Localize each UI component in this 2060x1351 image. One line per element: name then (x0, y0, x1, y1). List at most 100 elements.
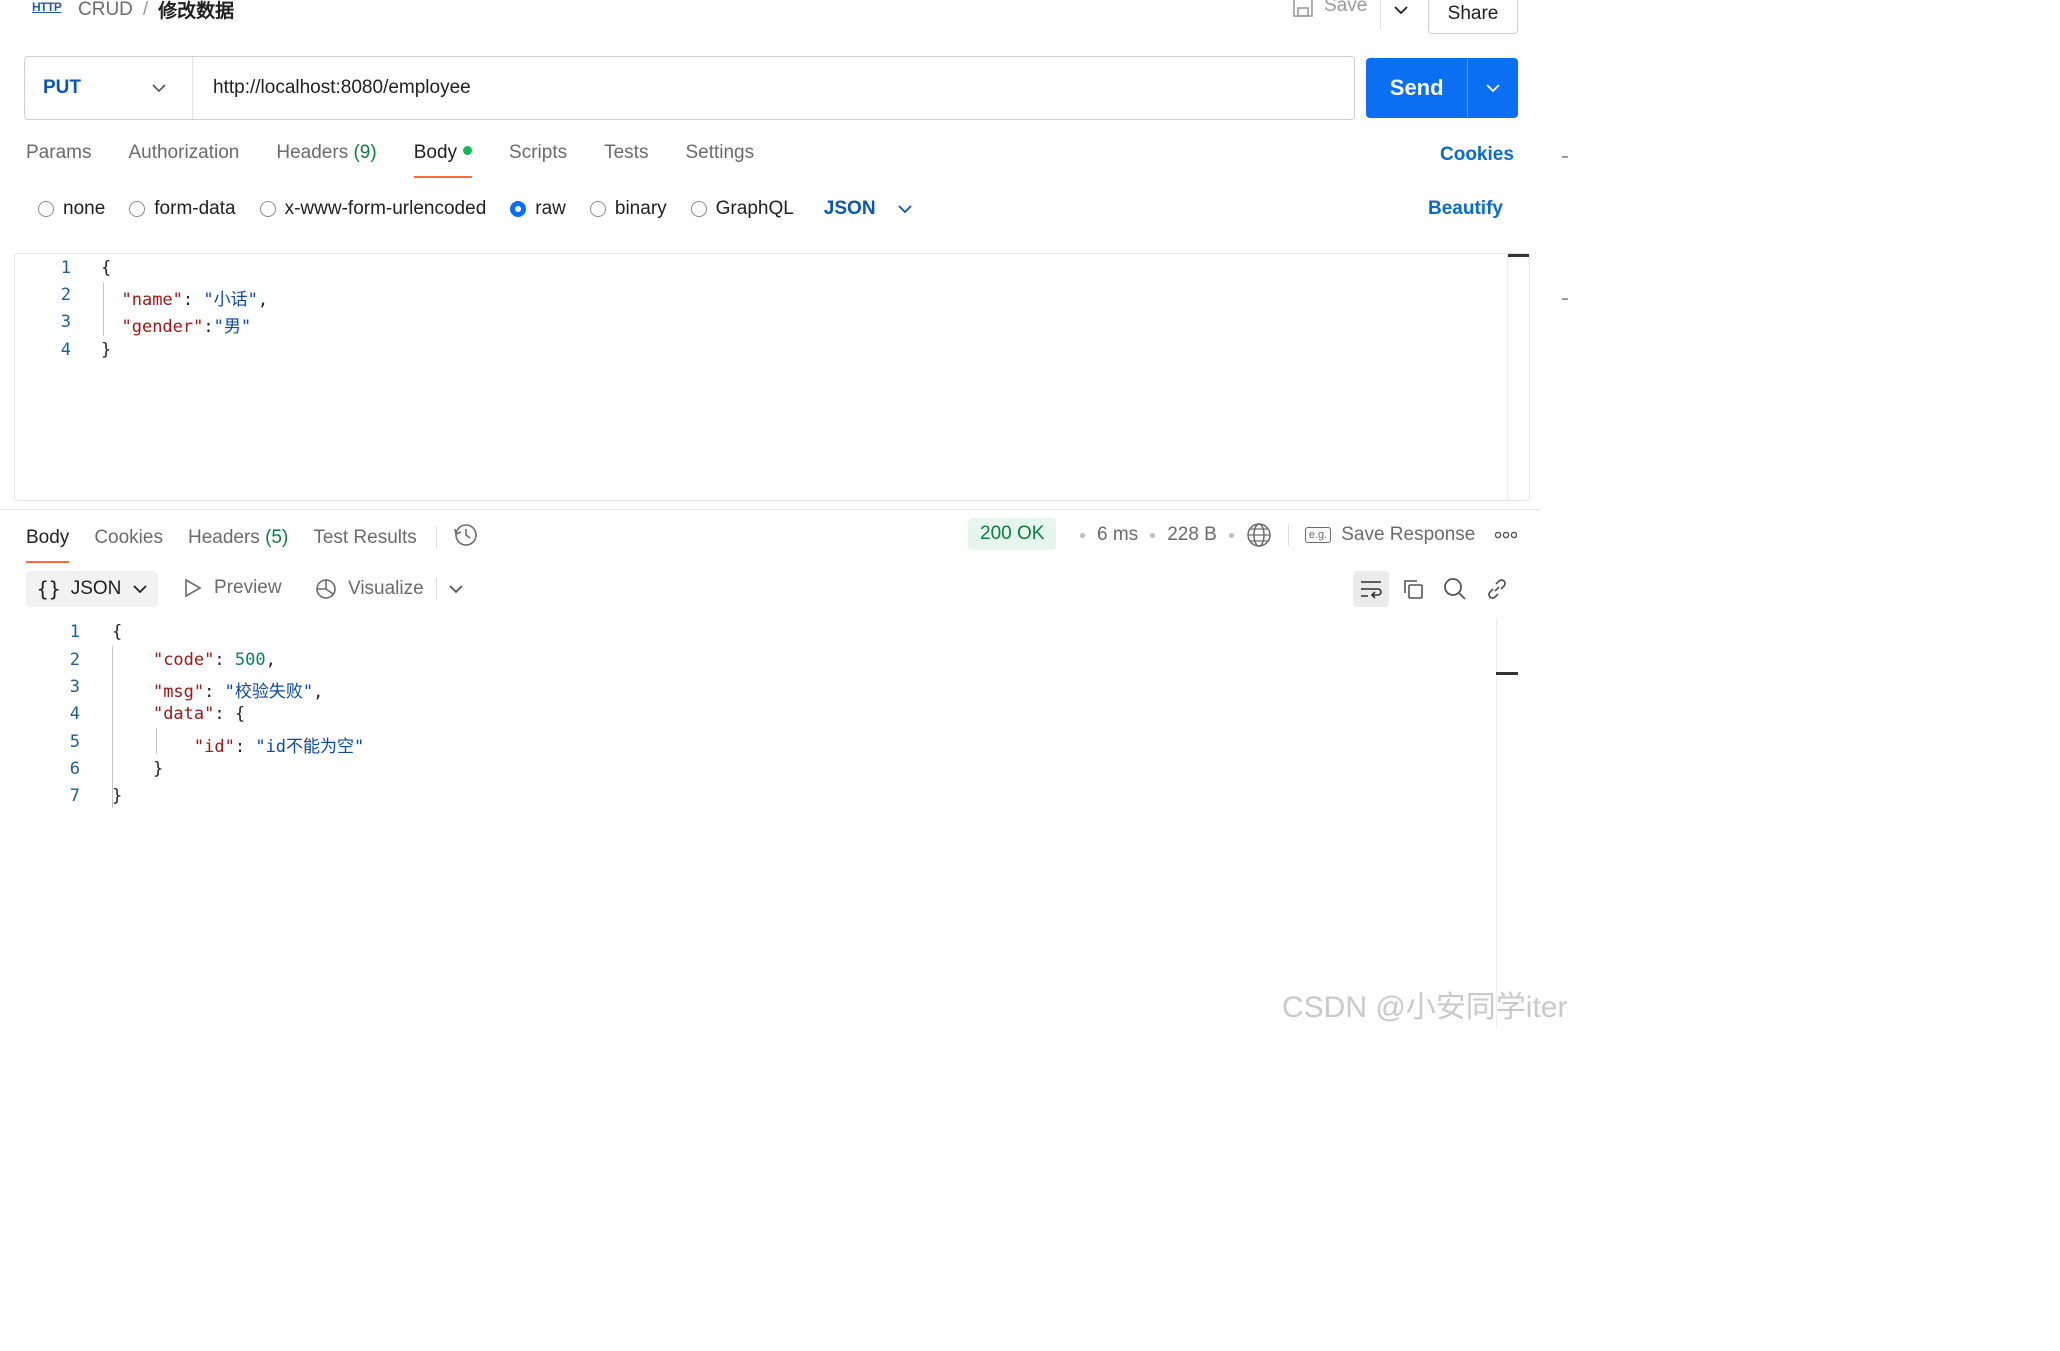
share-button[interactable]: Share (1428, 0, 1518, 34)
response-size[interactable]: 228 B (1167, 524, 1217, 546)
tab-authorization[interactable]: Authorization (128, 142, 239, 178)
body-mode-none[interactable]: none (38, 198, 105, 220)
watermark: CSDN @小安同学iter (1282, 991, 1568, 1024)
save-response-button[interactable]: e.g. Save Response (1304, 524, 1475, 546)
more-options-icon[interactable] (1495, 531, 1518, 539)
radio-button[interactable] (259, 201, 276, 217)
radio-button-selected[interactable] (510, 201, 527, 217)
chevron-down-icon (1394, 5, 1408, 14)
breadcrumb-collection[interactable]: CRUD (78, 0, 133, 21)
radio-button[interactable] (129, 201, 146, 217)
body-indicator-dot (463, 146, 473, 156)
editor-scroll-track (1507, 254, 1508, 500)
code-token: : (214, 650, 235, 670)
history-icon[interactable] (453, 522, 479, 568)
save-label: Save (1324, 0, 1368, 16)
resp-tab-test-results[interactable]: Test Results (313, 527, 416, 563)
request-body-editor[interactable]: 1 2 3 4 { "name": "小话", "gender":"男"} (14, 253, 1530, 501)
code-token: , (257, 290, 269, 310)
breadcrumb: CRUD / 修改数据 (78, 0, 234, 23)
response-scrollbar[interactable] (1496, 672, 1518, 675)
method-select[interactable]: PUT (25, 57, 193, 119)
body-mode-graphql[interactable]: GraphQL (690, 198, 794, 220)
radio-button[interactable] (38, 201, 54, 217)
search-icon (1444, 578, 1466, 600)
bullet-separator (1228, 532, 1234, 538)
wrap-lines-button[interactable] (1353, 571, 1389, 607)
visualize-button[interactable]: Visualize (314, 577, 463, 601)
code-token: "gender" (121, 317, 204, 337)
send-button[interactable]: Send (1366, 58, 1518, 118)
body-mode-label: x-www-form-urlencoded (284, 198, 487, 219)
code-token: "小话" (203, 290, 258, 310)
tab-scripts[interactable]: Scripts (509, 142, 567, 178)
line-number: 1 (69, 622, 80, 642)
separator (435, 527, 437, 549)
send-options-dropdown[interactable] (1467, 58, 1518, 118)
radio-button[interactable] (690, 201, 707, 217)
tab-body-label: Body (413, 142, 458, 163)
tab-tests[interactable]: Tests (604, 142, 648, 178)
radio-button[interactable] (589, 201, 606, 217)
response-tabs: Body Cookies Headers (5) Test Results (26, 522, 479, 568)
line-number: 1 (60, 258, 71, 278)
link-button[interactable] (1479, 571, 1515, 607)
body-mode-binary[interactable]: binary (589, 198, 667, 220)
code-token: { (112, 622, 123, 642)
raw-type-select[interactable]: JSON (818, 198, 912, 220)
globe-icon[interactable] (1246, 522, 1272, 548)
tab-headers[interactable]: Headers (9) (276, 142, 376, 178)
code-token: : (182, 290, 204, 310)
tab-settings[interactable]: Settings (685, 142, 754, 178)
chevron-down-icon (133, 584, 148, 593)
cookies-link[interactable]: Cookies (1440, 144, 1514, 166)
response-divider[interactable] (0, 509, 1540, 510)
editor-scrollbar[interactable] (1507, 254, 1529, 257)
chevron-down-icon (152, 83, 166, 92)
code-line: "data": { (112, 704, 245, 724)
request-url-bar: PUT (24, 56, 1355, 120)
body-mode-raw[interactable]: raw (510, 198, 566, 220)
save-button[interactable]: Save (1292, 0, 1367, 18)
chevron-down-icon[interactable] (449, 584, 463, 594)
copy-button[interactable] (1395, 571, 1431, 607)
play-icon (185, 578, 202, 598)
beautify-link[interactable]: Beautify (1428, 198, 1503, 220)
line-number: 7 (69, 786, 80, 806)
tab-body[interactable]: Body (413, 142, 473, 178)
line-number: 3 (60, 312, 71, 332)
breadcrumb-request-name[interactable]: 修改数据 (158, 0, 234, 23)
code-line: "name": "小话", (101, 285, 268, 310)
preview-button[interactable]: Preview (184, 577, 282, 599)
response-body-viewer[interactable]: 1 2 3 4 5 6 7 { "code": 500, "msg": "校验失… (26, 618, 1496, 1028)
response-actions (1353, 571, 1515, 607)
code-token: "name" (121, 290, 183, 310)
status-badge[interactable]: 200 OK (968, 518, 1057, 550)
body-mode-form-data[interactable]: form-data (129, 198, 236, 220)
search-button[interactable] (1437, 571, 1473, 607)
tab-params[interactable]: Params (26, 142, 91, 178)
line-number: 3 (69, 677, 80, 697)
save-options-dropdown[interactable] (1380, 0, 1421, 30)
code-token: } (112, 786, 123, 806)
resp-tab-body[interactable]: Body (26, 527, 70, 563)
code-token: , (313, 682, 324, 702)
send-label: Send (1389, 75, 1444, 100)
breadcrumb-separator: / (142, 0, 149, 20)
body-mode-urlencoded[interactable]: x-www-form-urlencoded (259, 198, 487, 220)
body-mode-label: none (63, 198, 106, 219)
response-format-select[interactable]: {} JSON (26, 571, 158, 607)
response-time[interactable]: 6 ms (1097, 524, 1138, 546)
resp-tab-cookies[interactable]: Cookies (94, 527, 163, 563)
code-token: : (203, 317, 214, 337)
edge-handle (1562, 298, 1568, 300)
code-line: } (112, 759, 163, 779)
url-input[interactable] (193, 56, 1354, 120)
body-mode-label: form-data (154, 198, 236, 219)
resp-tab-headers[interactable]: Headers (5) (188, 527, 288, 563)
code-line: "id": "id不能为空" (112, 732, 364, 757)
line-number: 4 (60, 340, 71, 360)
